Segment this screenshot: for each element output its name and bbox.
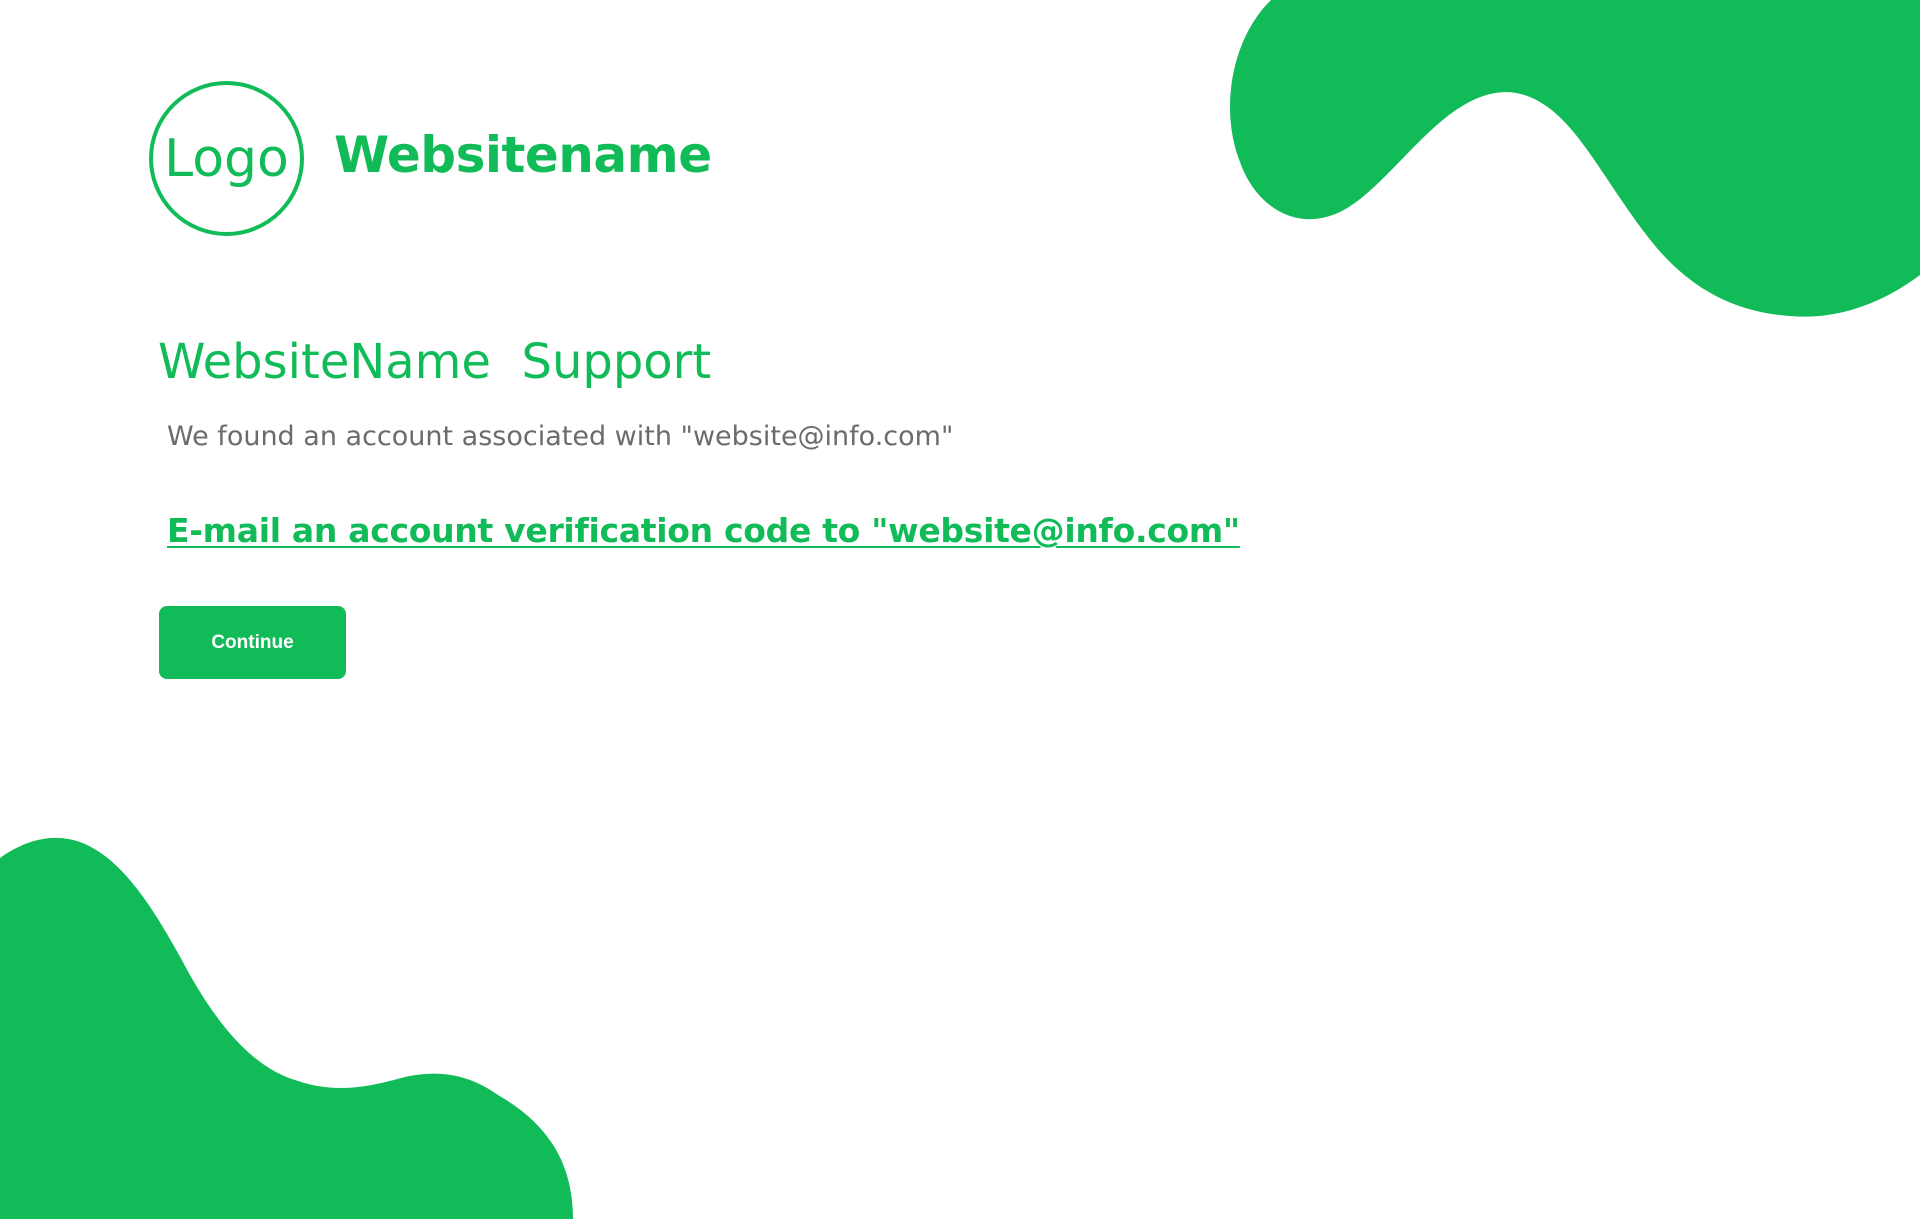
support-page: Logo Websitename WebsiteName Support We … (0, 0, 1920, 1219)
logo: Logo (149, 81, 304, 236)
email-verification-link[interactable]: E-mail an account verification code to "… (167, 512, 1240, 550)
website-name: Websitename (334, 126, 712, 184)
continue-button[interactable]: Continue (159, 606, 346, 679)
account-found-message: We found an account associated with "web… (167, 421, 954, 452)
decorative-bottom-left-wave (0, 837, 573, 1219)
page-title: WebsiteName Support (158, 334, 712, 390)
